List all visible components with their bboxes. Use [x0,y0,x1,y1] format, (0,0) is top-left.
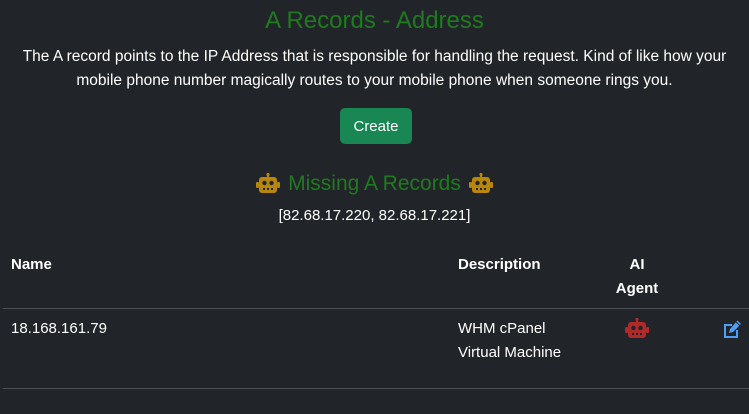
robot-icon [468,173,493,193]
row-description: WHM cPanel Virtual Machine [458,317,561,365]
row-description-line-2: Virtual Machine [458,344,562,361]
description-line-2: mobile phone number magically routes to … [76,72,673,89]
column-header-ai-line-1: AI [629,256,645,273]
page-description: The A record points to the IP Address th… [0,45,749,93]
description-line-1: The A record points to the IP Address th… [22,48,727,65]
column-header-ai-agent: AI Agent [600,253,674,301]
missing-records-heading: Missing A Records [0,170,749,198]
page-title: A Records - Address [265,7,484,34]
missing-records-label: Missing A Records [288,172,461,195]
table-bottom-divider [3,388,749,389]
row-name: 18.168.161.79 [11,320,107,337]
column-header-ai-line-2: Agent [615,280,659,297]
robot-icon [256,173,281,193]
row-description-line-1: WHM cPanel [458,320,546,337]
create-button[interactable]: Create [340,108,412,144]
robot-icon[interactable] [625,318,649,340]
edit-icon[interactable] [722,320,742,338]
column-header-description: Description [458,256,541,273]
missing-ips: [82.68.17.220, 82.68.17.221] [278,207,471,224]
table-header-divider [3,308,749,309]
column-header-name: Name [11,256,52,273]
